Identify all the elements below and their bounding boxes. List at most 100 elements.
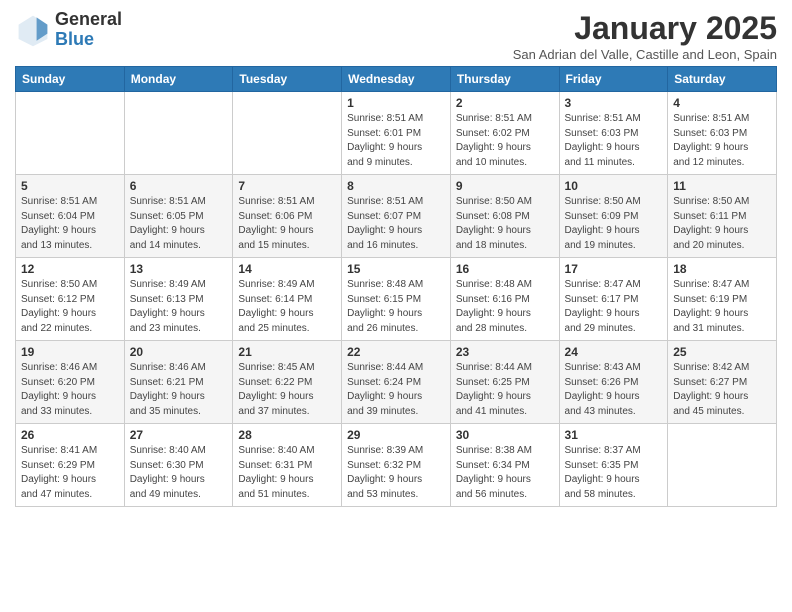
- day-number: 29: [347, 428, 445, 442]
- day-number: 22: [347, 345, 445, 359]
- day-info: Sunrise: 8:46 AM Sunset: 6:21 PM Dayligh…: [130, 361, 228, 419]
- calendar-week-row: 26 Sunrise: 8:41 AM Sunset: 6:29 PM Dayli…: [16, 424, 777, 507]
- day-info: Sunrise: 8:42 AM Sunset: 6:27 PM Dayligh…: [673, 361, 771, 419]
- calendar-day-cell: 25 Sunrise: 8:42 AM Sunset: 6:27 PM Dayli…: [668, 341, 777, 424]
- day-info: Sunrise: 8:44 AM Sunset: 6:25 PM Dayligh…: [456, 361, 554, 419]
- day-info: Sunrise: 8:51 AM Sunset: 6:01 PM Dayligh…: [347, 112, 445, 170]
- location-subtitle: San Adrian del Valle, Castille and Leon,…: [513, 47, 777, 62]
- calendar-week-row: 12Sunrise: 8:50 AM Sunset: 6:12 PM Dayli…: [16, 258, 777, 341]
- day-of-week-header: Tuesday: [233, 67, 342, 92]
- day-number: 30: [456, 428, 554, 442]
- calendar-day-cell: 26 Sunrise: 8:41 AM Sunset: 6:29 PM Dayli…: [16, 424, 125, 507]
- day-number: 8: [347, 179, 445, 193]
- title-area: January 2025 San Adrian del Valle, Casti…: [513, 10, 777, 62]
- calendar-day-cell: 24 Sunrise: 8:43 AM Sunset: 6:26 PM Dayli…: [559, 341, 668, 424]
- day-info: Sunrise: 8:39 AM Sunset: 6:32 PM Dayligh…: [347, 444, 445, 502]
- logo: General Blue: [15, 10, 122, 50]
- day-number: 1: [347, 96, 445, 110]
- calendar-day-cell: 22 Sunrise: 8:44 AM Sunset: 6:24 PM Dayli…: [342, 341, 451, 424]
- calendar-day-cell: 27 Sunrise: 8:40 AM Sunset: 6:30 PM Dayli…: [124, 424, 233, 507]
- day-number: 16: [456, 262, 554, 276]
- calendar-day-cell: 19Sunrise: 8:46 AM Sunset: 6:20 PM Dayli…: [16, 341, 125, 424]
- day-number: 14: [238, 262, 336, 276]
- calendar-day-cell: 11 Sunrise: 8:50 AM Sunset: 6:11 PM Dayli…: [668, 175, 777, 258]
- calendar-day-cell: 29 Sunrise: 8:39 AM Sunset: 6:32 PM Dayli…: [342, 424, 451, 507]
- calendar-day-cell: 21 Sunrise: 8:45 AM Sunset: 6:22 PM Dayli…: [233, 341, 342, 424]
- day-number: 5: [21, 179, 119, 193]
- day-number: 10: [565, 179, 663, 193]
- day-info: Sunrise: 8:50 AM Sunset: 6:08 PM Dayligh…: [456, 195, 554, 253]
- day-info: Sunrise: 8:51 AM Sunset: 6:03 PM Dayligh…: [565, 112, 663, 170]
- calendar-day-cell: 6Sunrise: 8:51 AM Sunset: 6:05 PM Daylig…: [124, 175, 233, 258]
- day-info: Sunrise: 8:51 AM Sunset: 6:04 PM Dayligh…: [21, 195, 119, 253]
- calendar-day-cell: 9 Sunrise: 8:50 AM Sunset: 6:08 PM Daylig…: [450, 175, 559, 258]
- calendar-day-cell: 16Sunrise: 8:48 AM Sunset: 6:16 PM Dayli…: [450, 258, 559, 341]
- calendar-day-cell: [124, 92, 233, 175]
- calendar-day-cell: 10 Sunrise: 8:50 AM Sunset: 6:09 PM Dayli…: [559, 175, 668, 258]
- day-number: 25: [673, 345, 771, 359]
- calendar-day-cell: 12Sunrise: 8:50 AM Sunset: 6:12 PM Dayli…: [16, 258, 125, 341]
- day-info: Sunrise: 8:51 AM Sunset: 6:03 PM Dayligh…: [673, 112, 771, 170]
- day-info: Sunrise: 8:51 AM Sunset: 6:07 PM Dayligh…: [347, 195, 445, 253]
- day-info: Sunrise: 8:49 AM Sunset: 6:13 PM Dayligh…: [130, 278, 228, 336]
- day-info: Sunrise: 8:50 AM Sunset: 6:09 PM Dayligh…: [565, 195, 663, 253]
- day-number: 9: [456, 179, 554, 193]
- day-number: 28: [238, 428, 336, 442]
- day-info: Sunrise: 8:49 AM Sunset: 6:14 PM Dayligh…: [238, 278, 336, 336]
- day-info: Sunrise: 8:45 AM Sunset: 6:22 PM Dayligh…: [238, 361, 336, 419]
- day-number: 12: [21, 262, 119, 276]
- day-of-week-header: Sunday: [16, 67, 125, 92]
- day-number: 27: [130, 428, 228, 442]
- calendar-day-cell: 28 Sunrise: 8:40 AM Sunset: 6:31 PM Dayli…: [233, 424, 342, 507]
- calendar-week-row: 19Sunrise: 8:46 AM Sunset: 6:20 PM Dayli…: [16, 341, 777, 424]
- day-info: Sunrise: 8:44 AM Sunset: 6:24 PM Dayligh…: [347, 361, 445, 419]
- day-number: 23: [456, 345, 554, 359]
- day-info: Sunrise: 8:37 AM Sunset: 6:35 PM Dayligh…: [565, 444, 663, 502]
- calendar-day-cell: 7Sunrise: 8:51 AM Sunset: 6:06 PM Daylig…: [233, 175, 342, 258]
- calendar-day-cell: 30 Sunrise: 8:38 AM Sunset: 6:34 PM Dayli…: [450, 424, 559, 507]
- day-info: Sunrise: 8:51 AM Sunset: 6:02 PM Dayligh…: [456, 112, 554, 170]
- day-info: Sunrise: 8:40 AM Sunset: 6:31 PM Dayligh…: [238, 444, 336, 502]
- calendar-day-cell: 2 Sunrise: 8:51 AM Sunset: 6:02 PM Daylig…: [450, 92, 559, 175]
- day-of-week-header: Monday: [124, 67, 233, 92]
- day-number: 13: [130, 262, 228, 276]
- calendar-day-cell: [16, 92, 125, 175]
- day-number: 11: [673, 179, 771, 193]
- day-number: 15: [347, 262, 445, 276]
- day-number: 4: [673, 96, 771, 110]
- day-info: Sunrise: 8:48 AM Sunset: 6:15 PM Dayligh…: [347, 278, 445, 336]
- day-number: 24: [565, 345, 663, 359]
- calendar-week-row: 1 Sunrise: 8:51 AM Sunset: 6:01 PM Daylig…: [16, 92, 777, 175]
- day-info: Sunrise: 8:46 AM Sunset: 6:20 PM Dayligh…: [21, 361, 119, 419]
- calendar-week-row: 5 Sunrise: 8:51 AM Sunset: 6:04 PM Daylig…: [16, 175, 777, 258]
- day-info: Sunrise: 8:41 AM Sunset: 6:29 PM Dayligh…: [21, 444, 119, 502]
- calendar-day-cell: 14 Sunrise: 8:49 AM Sunset: 6:14 PM Dayli…: [233, 258, 342, 341]
- day-info: Sunrise: 8:43 AM Sunset: 6:26 PM Dayligh…: [565, 361, 663, 419]
- day-number: 21: [238, 345, 336, 359]
- day-info: Sunrise: 8:38 AM Sunset: 6:34 PM Dayligh…: [456, 444, 554, 502]
- day-of-week-header: Saturday: [668, 67, 777, 92]
- day-info: Sunrise: 8:40 AM Sunset: 6:30 PM Dayligh…: [130, 444, 228, 502]
- day-number: 3: [565, 96, 663, 110]
- day-number: 26: [21, 428, 119, 442]
- calendar-day-cell: 4 Sunrise: 8:51 AM Sunset: 6:03 PM Daylig…: [668, 92, 777, 175]
- calendar-table: SundayMondayTuesdayWednesdayThursdayFrid…: [15, 66, 777, 507]
- day-info: Sunrise: 8:50 AM Sunset: 6:11 PM Dayligh…: [673, 195, 771, 253]
- day-of-week-header: Thursday: [450, 67, 559, 92]
- day-of-week-header: Friday: [559, 67, 668, 92]
- calendar-day-cell: 20 Sunrise: 8:46 AM Sunset: 6:21 PM Dayli…: [124, 341, 233, 424]
- day-info: Sunrise: 8:51 AM Sunset: 6:05 PM Dayligh…: [130, 195, 228, 253]
- day-number: 18: [673, 262, 771, 276]
- day-of-week-header: Wednesday: [342, 67, 451, 92]
- calendar-day-cell: 1 Sunrise: 8:51 AM Sunset: 6:01 PM Daylig…: [342, 92, 451, 175]
- day-number: 31: [565, 428, 663, 442]
- calendar-day-cell: 18Sunrise: 8:47 AM Sunset: 6:19 PM Dayli…: [668, 258, 777, 341]
- logo-icon: [15, 12, 51, 48]
- logo-text: General Blue: [55, 10, 122, 50]
- month-title: January 2025: [513, 10, 777, 47]
- day-number: 2: [456, 96, 554, 110]
- day-info: Sunrise: 8:47 AM Sunset: 6:17 PM Dayligh…: [565, 278, 663, 336]
- day-number: 7: [238, 179, 336, 193]
- day-number: 20: [130, 345, 228, 359]
- calendar-header-row: SundayMondayTuesdayWednesdayThursdayFrid…: [16, 67, 777, 92]
